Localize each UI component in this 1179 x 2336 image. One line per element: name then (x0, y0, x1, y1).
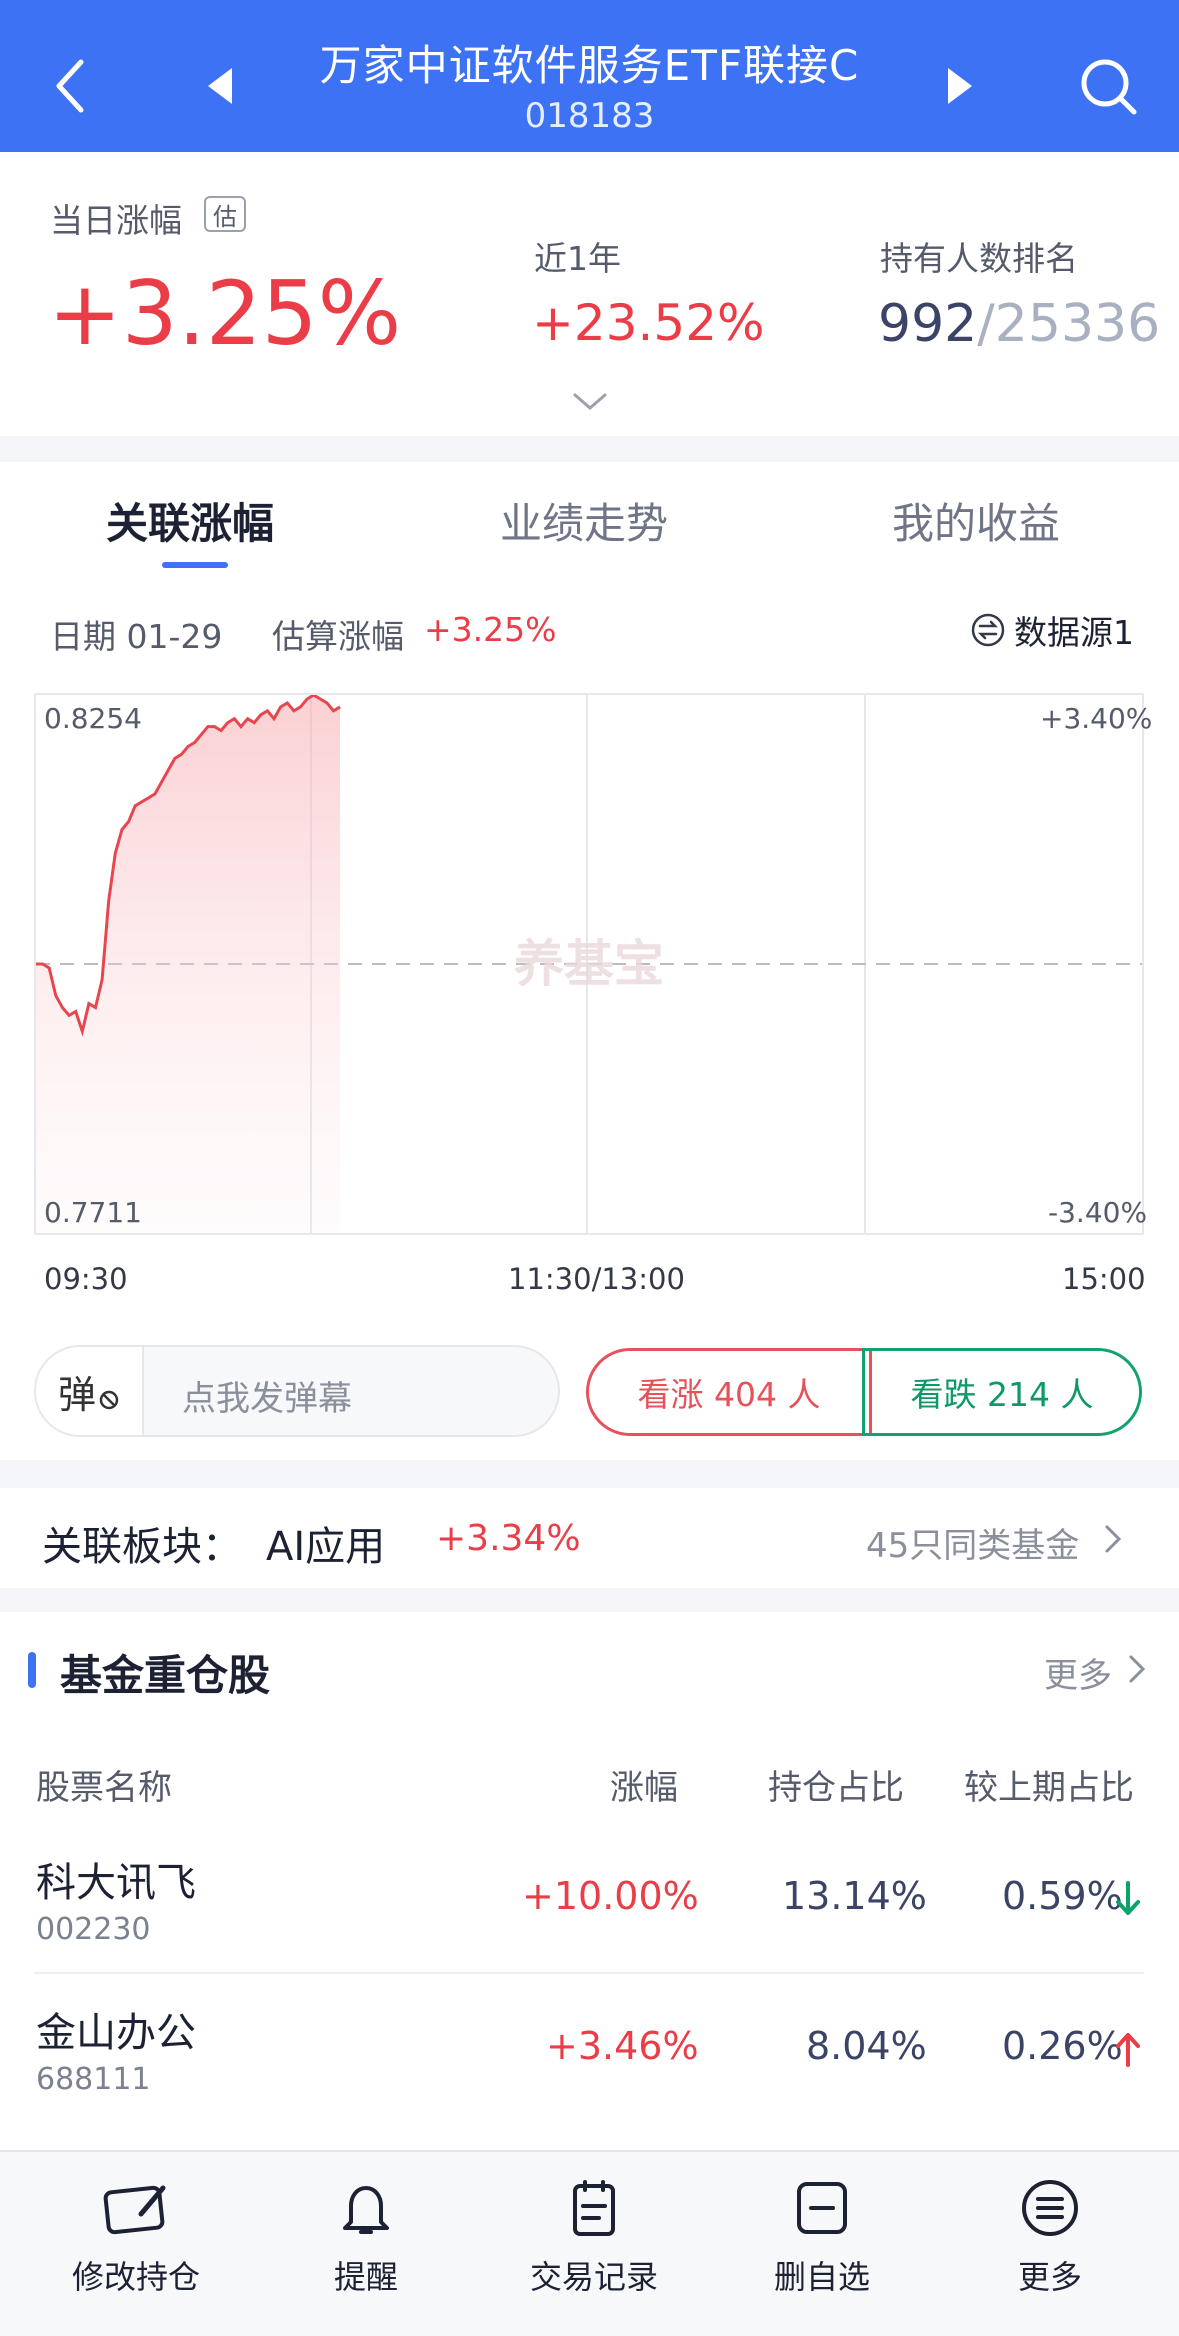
clipboard-icon (504, 2178, 684, 2242)
reminder-button[interactable]: 提醒 (276, 2178, 456, 2298)
column-header-delta[interactable]: 较上期占比 (964, 1760, 1134, 1809)
danmu-input[interactable]: 弹 点我发弹幕 (34, 1345, 560, 1437)
stock-change: +3.46% (546, 2024, 699, 2068)
section-marker (28, 1652, 36, 1688)
chart-watermark: 养基宝 (514, 935, 664, 993)
fund-title: 万家中证软件服务ETF联接C (319, 41, 860, 90)
sector-label: 关联板块： (42, 1524, 242, 1570)
x-label-midday: 11:30/13:00 (508, 1262, 685, 1296)
more-button[interactable]: 更多 (960, 2178, 1140, 2298)
stock-name: 金山办公 (36, 2010, 196, 2056)
stock-code: 002230 (36, 1912, 151, 1947)
intraday-chart: 养基宝 (34, 693, 1144, 1235)
y-right-bottom-label: -3.40% (1048, 1196, 1148, 1229)
more-label: 更多 (1017, 2258, 1082, 2296)
fund-summary: 当日涨幅 估 +3.25% 近1年 +23.52% 持有人数排名 992/253… (0, 152, 1179, 436)
remove-watchlist-label: 删自选 (773, 2258, 870, 2296)
next-fund-icon[interactable] (940, 62, 980, 110)
holder-rank-label: 持有人数排名 (880, 239, 1078, 278)
table-row[interactable]: 科大讯飞 002230 +10.00% 13.14% 0.59% (0, 1830, 1179, 1970)
stock-weight: 13.14% (782, 1874, 927, 1918)
stock-delta: 0.59% (1002, 1874, 1123, 1918)
bell-icon (276, 2178, 456, 2242)
table-row[interactable]: 金山办公 688111 +3.46% 8.04% 0.26% (0, 1980, 1179, 2120)
vote-up-button[interactable]: 看涨 404 人 (586, 1348, 872, 1436)
x-label-open: 09:30 (44, 1262, 128, 1296)
holder-rank-total: /25336 (977, 294, 1161, 354)
y-right-top-label: +3.40% (1040, 702, 1153, 735)
top-bar: 万家中证软件服务ETF联接C 018183 (0, 0, 1179, 152)
chevron-right-icon (1104, 1524, 1122, 1558)
bottom-action-bar: 修改持仓 提醒 交易记录 删自选 更多 (0, 2150, 1179, 2336)
vote-down-button[interactable]: 看跌 214 人 (862, 1348, 1142, 1436)
stock-weight: 8.04% (806, 2024, 927, 2068)
tab-performance[interactable]: 业绩走势 (500, 490, 668, 551)
stock-change: +10.00% (522, 1874, 699, 1918)
menu-icon (960, 2178, 1140, 2242)
arrow-down-icon (1114, 1880, 1142, 1922)
y-left-bottom-label: 0.7711 (44, 1196, 142, 1229)
tab-related-change[interactable]: 关联涨幅 (106, 490, 274, 551)
similar-funds-link[interactable]: 45只同类基金 (866, 1518, 1079, 1567)
data-source-switch[interactable]: 数据源1 (970, 606, 1134, 654)
row-divider (34, 1972, 1144, 1974)
trade-records-button[interactable]: 交易记录 (504, 2178, 684, 2298)
daily-change-label: 当日涨幅 (50, 201, 182, 240)
estimate-change-value: +3.25% (424, 610, 557, 649)
trade-records-label: 交易记录 (529, 2258, 658, 2296)
holder-rank-value: 992 (878, 294, 978, 354)
danmu-toggle-icon[interactable]: 弹 (36, 1347, 144, 1435)
y-left-top-label: 0.8254 (44, 702, 142, 735)
danmu-placeholder: 点我发弹幕 (182, 1379, 352, 1419)
remove-watchlist-icon (732, 2178, 912, 2242)
holder-rank: 992/25336 (878, 294, 1160, 354)
column-header-weight[interactable]: 持仓占比 (768, 1760, 904, 1809)
sector-change: +3.34% (436, 1518, 581, 1559)
series-area (36, 695, 341, 1233)
reminder-label: 提醒 (333, 2258, 398, 2296)
edit-holdings-label: 修改持仓 (71, 2258, 200, 2296)
active-tab-indicator (162, 562, 228, 568)
column-header-change[interactable]: 涨幅 (610, 1760, 678, 1809)
estimate-change-label: 估算涨幅 (272, 617, 404, 656)
expand-chevron-icon[interactable] (572, 392, 608, 416)
year-change-value: +23.52% (532, 294, 765, 352)
holdings-more-link[interactable]: 更多 (1044, 1648, 1112, 1697)
year-change-label: 近1年 (534, 239, 621, 278)
sector-name: AI应用 (266, 1524, 386, 1570)
arrow-up-icon (1114, 2030, 1142, 2072)
estimate-badge: 估 (204, 196, 246, 232)
daily-change-value: +3.25% (48, 262, 402, 365)
remove-watchlist-button[interactable]: 删自选 (732, 2178, 912, 2298)
column-header-name: 股票名称 (36, 1768, 172, 1808)
stock-code: 688111 (36, 2062, 151, 2097)
tab-my-earnings[interactable]: 我的收益 (892, 490, 1060, 551)
switch-icon (970, 612, 1006, 648)
holdings-title: 基金重仓股 (60, 1651, 271, 1700)
edit-holdings-icon (46, 2178, 226, 2242)
x-label-close: 15:00 (1062, 1262, 1146, 1296)
chart-date: 日期 01-29 (50, 617, 223, 656)
data-source-label: 数据源1 (1014, 613, 1134, 652)
fund-code: 018183 (524, 96, 655, 136)
search-icon[interactable] (1074, 52, 1144, 122)
danmu-badge-text: 弹 (57, 1372, 96, 1417)
stock-name: 科大讯飞 (36, 1860, 196, 1906)
stock-delta: 0.26% (1002, 2024, 1123, 2068)
related-sector-row[interactable]: 关联板块： AI应用 +3.34% 45只同类基金 (0, 1488, 1179, 1588)
estimate-badge-text: 估 (213, 202, 237, 231)
chart-plot: 养基宝 (36, 695, 1142, 1233)
chevron-right-icon (1128, 1654, 1146, 1688)
edit-holdings-button[interactable]: 修改持仓 (46, 2178, 226, 2298)
